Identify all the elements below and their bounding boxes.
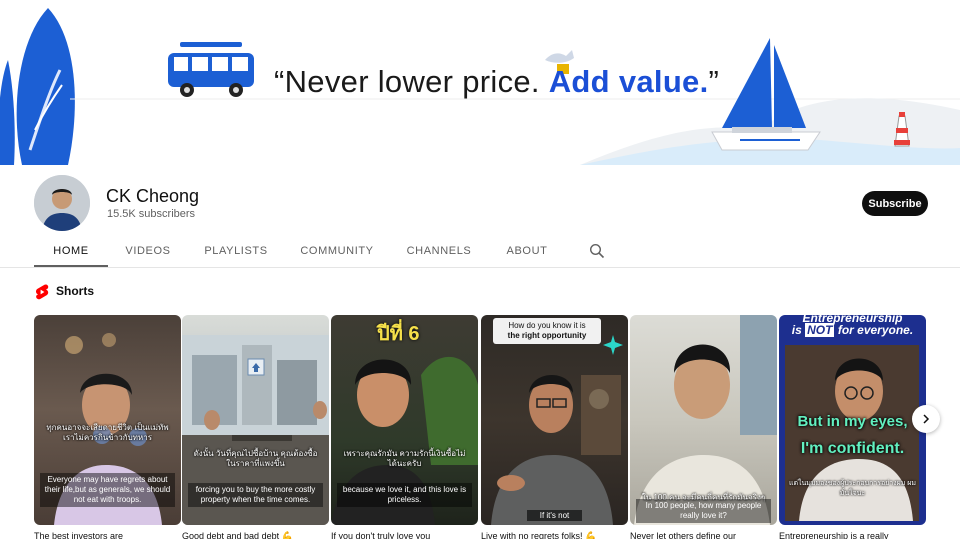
carousel-next-button[interactable] [912, 405, 940, 433]
short-thumbnail[interactable]: Entrepreneurship is NOT for everyone. Bu… [779, 315, 926, 525]
banner-quote-text: “Never lower price. [274, 64, 549, 99]
tab-about[interactable]: ABOUT [500, 238, 554, 267]
short-thai-caption: เพราะคุณรักมัน ความรักนี้เงินซื้อไม่ได้น… [343, 449, 466, 468]
banner-quote-highlight: Add value. [548, 64, 709, 99]
short-header-text: for everyone. [834, 323, 914, 337]
short-title[interactable]: Never let others define our [630, 531, 777, 539]
short-quote-line: But in my eyes, [797, 413, 908, 430]
short-title[interactable]: The best investors are [34, 531, 181, 539]
short-header-line: the right opportunity [507, 331, 587, 340]
short-title[interactable]: If you don't truly love you [331, 531, 478, 539]
short-overlay-title: ปีที่ 6 [377, 323, 420, 345]
short-thumbnail[interactable]: ใน 100 คน จะมีคนกี่คนที่รักมันจริงๆ In 1… [630, 315, 777, 525]
channel-banner: “Never lower price. Add value.” [0, 0, 960, 165]
short-thai-caption: ทุกคนอาจจะเสียดายชีวิต เป็นแม่ทัพเราไม่ค… [46, 423, 169, 442]
tab-community[interactable]: COMMUNITY [296, 238, 378, 267]
short-thumbnail[interactable]: ปีที่ 6 เพราะคุณรักมัน ความรักนี้เงินซื้… [331, 315, 478, 525]
channel-tabs: HOME VIDEOS PLAYLISTS COMMUNITY CHANNELS… [0, 238, 960, 268]
banner-quote-close: ” [708, 64, 720, 99]
short-thumbnail[interactable]: ทุกคนอาจจะเสียดายชีวิต เป็นแม่ทัพเราไม่ค… [34, 315, 181, 525]
tab-playlists[interactable]: PLAYLISTS [198, 238, 274, 267]
short-thai-caption: ดังนั้น วันที่คุณไปซื้อบ้าน คุณต้องซื้อใ… [193, 449, 318, 468]
short-caption: Everyone may have regrets about their li… [40, 473, 175, 507]
short-header-text: is [791, 323, 806, 337]
short-caption: If it's not [527, 510, 582, 521]
short-header-line: is NOT for everyone. [779, 323, 926, 337]
banner-quote: “Never lower price. Add value.” [274, 64, 719, 100]
shorts-section-title: Shorts [56, 284, 95, 298]
short-thumbnail[interactable]: How do you know it is the right opportun… [481, 315, 628, 525]
short-quote-line: I'm confident. [800, 440, 905, 457]
short-header-highlight: NOT [805, 323, 835, 337]
short-title[interactable]: Live with no regrets folks! 💪 [481, 531, 628, 539]
short-caption: because we love it, and this love is pri… [337, 483, 472, 507]
search-icon[interactable] [589, 243, 605, 259]
tab-home[interactable]: HOME [34, 238, 108, 267]
short-title[interactable]: Entrepreneurship is a really [779, 531, 926, 539]
subscribe-button[interactable]: Subscribe [862, 191, 928, 216]
sparkle-icon [603, 335, 623, 355]
chevron-right-icon [923, 414, 930, 424]
short-thumbnail[interactable]: ดังนั้น วันที่คุณไปซื้อบ้าน คุณต้องซื้อใ… [182, 315, 329, 525]
short-header-line: How do you know it is [508, 321, 586, 330]
short-header-card: How do you know it is the right opportun… [493, 318, 601, 344]
short-title[interactable]: Good debt and bad debt 💪 [182, 531, 329, 539]
short-thai-caption: แต่ในมุมมองของผู้ประกอบการอย่างผม ผมมั่น… [788, 480, 917, 497]
short-caption: In 100 people, how many people really lo… [636, 499, 771, 523]
tab-videos[interactable]: VIDEOS [118, 238, 178, 267]
tab-channels[interactable]: CHANNELS [400, 238, 478, 267]
channel-name: CK Cheong [106, 186, 200, 206]
short-caption: forcing you to buy the more costly prope… [188, 483, 323, 507]
subscriber-count: 15.5K subscribers [107, 208, 196, 220]
channel-avatar[interactable] [34, 175, 90, 231]
shorts-icon [35, 284, 49, 300]
